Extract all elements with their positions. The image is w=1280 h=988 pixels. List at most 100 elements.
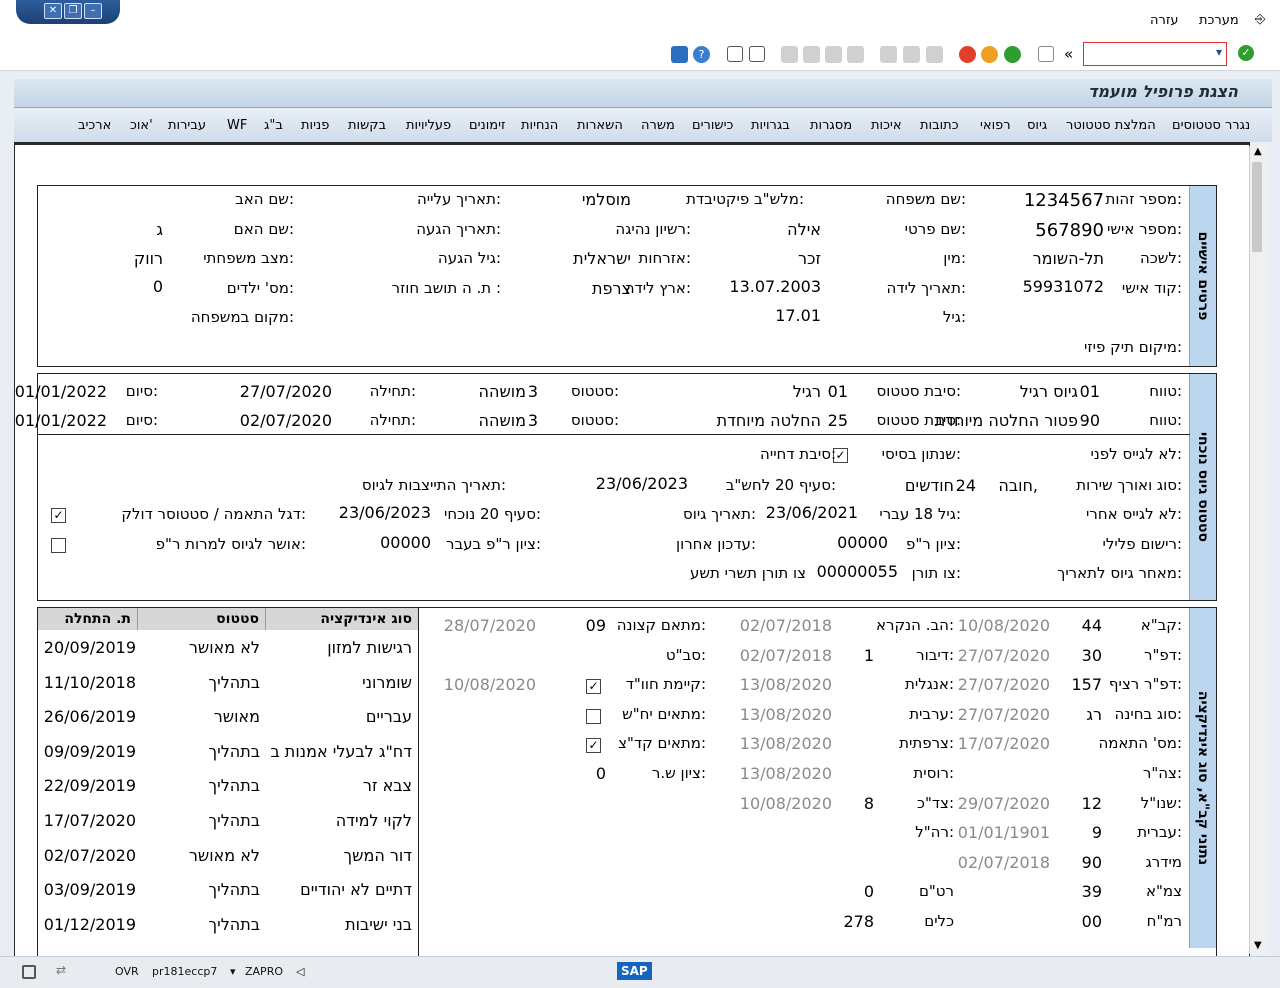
indication-start: 01/12/2019 <box>43 914 136 934</box>
status-row-0-status-value: 3 <box>527 382 538 401</box>
indication-status: מאושר <box>213 707 260 727</box>
tab-13[interactable]: פעליויות <box>406 118 451 133</box>
new-session-icon[interactable] <box>749 46 765 62</box>
indications-table: ת. התחלה סטטוס סוג אינדיקציה רגישות למזו… <box>38 608 419 957</box>
transfer-icon: ⇄ <box>56 963 67 977</box>
tab-2[interactable]: גיוס <box>1027 118 1047 133</box>
license-label: רשיון נהיגה: <box>615 220 691 238</box>
tab-10[interactable]: השארות <box>577 118 623 133</box>
score-checkbox[interactable] <box>586 709 601 724</box>
score-label: מידרג <box>1145 852 1182 871</box>
help-icon[interactable]: ? <box>693 46 710 63</box>
restore-icon[interactable]: ❐ <box>64 3 82 19</box>
indication-status: בתהליך <box>208 811 260 830</box>
score-value: 39 <box>1081 882 1102 902</box>
mid-date: 13/08/2020 <box>739 734 832 754</box>
tab-14[interactable]: בקשות <box>348 118 386 133</box>
flag-checkbox[interactable]: ✓ <box>51 508 66 523</box>
score-label: מס' התאמה: <box>1098 734 1182 753</box>
tab-15[interactable]: פניות <box>301 118 329 133</box>
tab-5[interactable]: איכות <box>871 118 902 133</box>
vertical-scrollbar[interactable]: ▲ ▼ <box>1249 146 1267 954</box>
score-checkbox[interactable]: ✓ <box>586 738 601 753</box>
mid-value: 278 <box>843 912 874 931</box>
tab-8[interactable]: כישורים <box>692 118 733 133</box>
right-date: 10/08/2020 <box>443 675 536 694</box>
scrollbar-thumb[interactable] <box>1252 162 1262 252</box>
exit-icon[interactable] <box>981 46 998 63</box>
returning-label: ת. ה תושב חוזר : <box>391 279 501 297</box>
status-row-1-end-label: סיום: <box>125 411 158 429</box>
print-icon[interactable] <box>926 46 943 63</box>
tab-17[interactable]: WF <box>227 118 247 133</box>
previous-page-icon[interactable] <box>825 46 842 63</box>
mid-label: רט"ם <box>918 882 954 901</box>
status-row-0-start-value: 27/07/2020 <box>239 382 332 401</box>
dropdown-icon[interactable]: ▾ <box>230 965 236 978</box>
status-row-1-reason-value: 25 <box>827 411 848 430</box>
tab-4[interactable]: כתובות <box>920 118 959 133</box>
personal-code-value: 59931072 <box>1022 277 1104 296</box>
rp-approval-checkbox[interactable] <box>51 538 66 553</box>
header-type[interactable]: סוג אינדיקציה <box>266 608 418 630</box>
last-page-icon[interactable] <box>781 46 798 63</box>
tab-12[interactable]: זימונים <box>469 118 506 133</box>
save-icon[interactable] <box>1038 46 1054 62</box>
tab-16[interactable]: ב"ג <box>264 118 283 133</box>
tab-20[interactable]: ארכיב <box>78 118 111 133</box>
minimize-icon[interactable]: – <box>84 3 102 19</box>
first-page-icon[interactable] <box>847 46 864 63</box>
nav-arrows-icon[interactable]: « <box>1064 45 1073 63</box>
score-date: 27/07/2020 <box>957 645 1050 665</box>
mid-date: 13/08/2020 <box>739 675 832 695</box>
tab-0[interactable]: נגרר סטטוסים <box>1172 118 1250 133</box>
tab-18[interactable]: עבירות <box>168 118 206 133</box>
tab-3[interactable]: רפואי <box>980 118 1011 133</box>
collapse-icon[interactable]: ◁ <box>296 965 304 978</box>
scroll-up-icon[interactable]: ▲ <box>1254 146 1262 157</box>
cancel-icon[interactable] <box>959 46 976 63</box>
status-row-1-status-desc: מושהה <box>478 411 526 430</box>
monitor-icon[interactable] <box>671 46 688 63</box>
tab-19[interactable]: אוכ' <box>130 118 153 133</box>
mother-value: ג <box>156 220 163 239</box>
tab-11[interactable]: הנחיות <box>521 118 558 133</box>
lastname-value: מוסלמי <box>581 190 631 209</box>
tab-6[interactable]: מסגרות <box>810 118 852 133</box>
tab-9[interactable]: משרה <box>641 118 675 133</box>
score-label: צמ"א <box>1145 882 1182 901</box>
rp-score-label: ציון ר"פ: <box>906 535 961 553</box>
close-icon[interactable]: ✕ <box>44 3 62 19</box>
deferral-reason-label: סיבת דחייה: <box>760 445 836 463</box>
scroll-down-icon[interactable]: ▼ <box>1254 940 1262 951</box>
indication-start: 11/10/2018 <box>43 672 136 692</box>
tab-7[interactable]: בגרויות <box>751 118 790 133</box>
score-checkbox[interactable]: ✓ <box>586 679 601 694</box>
status-sidebar: סטטוס גיוס נוכחי <box>1189 374 1216 600</box>
find-icon[interactable] <box>903 46 920 63</box>
menu-system[interactable]: מערכת <box>1199 13 1239 28</box>
header-status[interactable]: סטטוס <box>138 608 266 630</box>
status-row-0-reason-desc: רגיל <box>792 382 821 401</box>
father-label: שם האב: <box>235 190 294 208</box>
layout-icon[interactable] <box>727 46 743 62</box>
back-icon[interactable] <box>1004 46 1021 63</box>
personal-details-frame: פרטים אישיים מספר זהות: 1234567 מספר איש… <box>37 185 1217 367</box>
find-next-icon[interactable] <box>880 46 897 63</box>
mid-label: צרפתית: <box>899 734 954 753</box>
header-start[interactable]: ת. התחלה <box>38 608 138 630</box>
next-page-icon[interactable] <box>803 46 820 63</box>
mid-label: כלים <box>924 912 954 930</box>
menu-help[interactable]: עזרה <box>1150 13 1178 28</box>
logoff-icon[interactable]: ⎆ <box>1255 12 1265 27</box>
service-len-value: 24 <box>955 476 976 495</box>
tab-1[interactable]: המלצת סטטוטר <box>1066 118 1156 133</box>
lastname-label: שם משפחה: <box>885 190 966 208</box>
indication-type: לקוי למידה <box>335 811 412 830</box>
mid-date: 13/08/2020 <box>739 764 832 783</box>
top-menu-bar: מערכת עזרה ⎆ <box>0 0 1280 40</box>
age-value: 17.01 <box>775 306 821 325</box>
command-field[interactable] <box>1083 42 1227 66</box>
enter-icon[interactable]: ✓ <box>1238 45 1254 61</box>
birth-country-value: צרפת <box>591 279 631 298</box>
